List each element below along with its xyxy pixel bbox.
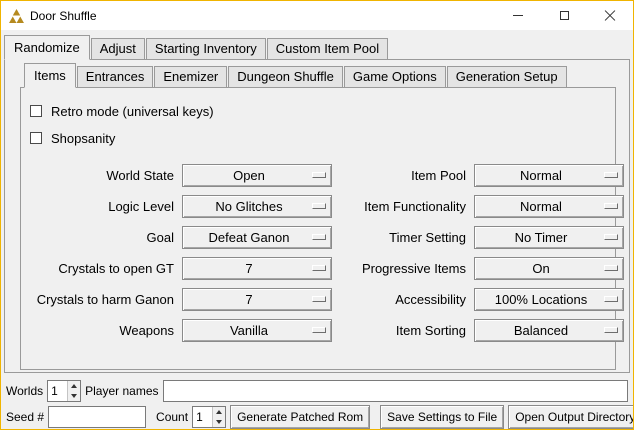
item-pool-dropdown[interactable]: Normal (474, 164, 624, 187)
count-value: 1 (193, 407, 212, 427)
timer-setting-label: Timer Setting (340, 230, 466, 245)
tab-starting-inventory[interactable]: Starting Inventory (146, 38, 266, 60)
app-window: Door Shuffle Randomize Adjust Starting I… (0, 0, 634, 430)
shopsanity-label: Shopsanity (51, 131, 115, 146)
worlds-up-arrow-icon[interactable] (68, 381, 80, 391)
tab-custom-item-pool[interactable]: Custom Item Pool (267, 38, 388, 60)
close-icon (604, 10, 616, 22)
goal-label: Goal (28, 230, 174, 245)
progressive-items-label: Progressive Items (340, 261, 466, 276)
count-down-arrow-icon[interactable] (213, 417, 225, 427)
logic-level-label: Logic Level (28, 199, 174, 214)
shopsanity-checkbox[interactable] (30, 132, 42, 144)
minimize-button[interactable] (495, 1, 541, 30)
accessibility-label: Accessibility (340, 292, 466, 307)
dropdown-indicator-icon (312, 172, 326, 178)
worlds-label: Worlds (6, 384, 43, 398)
items-pane: Retro mode (universal keys) Shopsanity W… (20, 87, 616, 370)
dropdown-indicator-icon (312, 296, 326, 302)
crystals-ganon-dropdown[interactable]: 7 (182, 288, 332, 311)
tab-randomize[interactable]: Randomize (4, 35, 90, 60)
item-functionality-dropdown[interactable]: Normal (474, 195, 624, 218)
crystals-gt-dropdown[interactable]: 7 (182, 257, 332, 280)
maximize-icon (560, 11, 569, 20)
dropdown-indicator-icon (604, 265, 618, 271)
app-icon (8, 8, 24, 24)
accessibility-dropdown[interactable]: 100% Locations (474, 288, 624, 311)
save-settings-button[interactable]: Save Settings to File (380, 405, 504, 429)
item-functionality-label: Item Functionality (340, 199, 466, 214)
seed-label: Seed # (6, 410, 44, 424)
item-sorting-dropdown[interactable]: Balanced (474, 319, 624, 342)
dropdown-indicator-icon (312, 327, 326, 333)
crystals-gt-label: Crystals to open GT (28, 261, 174, 276)
main-tab-bar: Randomize Adjust Starting Inventory Cust… (1, 30, 633, 59)
tab-enemizer[interactable]: Enemizer (154, 66, 227, 88)
world-state-dropdown[interactable]: Open (182, 164, 332, 187)
tab-items[interactable]: Items (24, 63, 76, 88)
count-up-arrow-icon[interactable] (213, 407, 225, 417)
maximize-button[interactable] (541, 1, 587, 30)
dropdown-indicator-icon (604, 327, 618, 333)
progressive-items-dropdown[interactable]: On (474, 257, 624, 280)
dropdown-indicator-icon (312, 234, 326, 240)
count-label: Count (156, 410, 188, 424)
title-bar[interactable]: Door Shuffle (1, 1, 633, 30)
bottom-bar: Worlds 1 Player names Seed # Count 1 (1, 378, 633, 430)
player-names-label: Player names (85, 384, 158, 398)
close-button[interactable] (587, 1, 633, 30)
dropdown-indicator-icon (604, 203, 618, 209)
worlds-value: 1 (48, 381, 67, 401)
dropdown-indicator-icon (604, 234, 618, 240)
item-sorting-label: Item Sorting (340, 323, 466, 338)
tab-generation-setup[interactable]: Generation Setup (447, 66, 567, 88)
open-output-directory-button[interactable]: Open Output Directory (508, 405, 634, 429)
tab-adjust[interactable]: Adjust (91, 38, 145, 60)
retro-mode-row: Retro mode (universal keys) (30, 101, 615, 121)
shopsanity-row: Shopsanity (30, 128, 615, 148)
dropdown-indicator-icon (312, 203, 326, 209)
minimize-icon (513, 15, 523, 16)
seed-input[interactable] (48, 406, 146, 428)
dropdown-indicator-icon (604, 296, 618, 302)
randomize-pane: Items Entrances Enemizer Dungeon Shuffle… (4, 59, 630, 373)
weapons-dropdown[interactable]: Vanilla (182, 319, 332, 342)
window-title: Door Shuffle (30, 9, 97, 23)
crystals-ganon-label: Crystals to harm Ganon (28, 292, 174, 307)
tab-entrances[interactable]: Entrances (77, 66, 154, 88)
goal-dropdown[interactable]: Defeat Ganon (182, 226, 332, 249)
sub-tab-bar: Items Entrances Enemizer Dungeon Shuffle… (20, 60, 629, 87)
logic-level-dropdown[interactable]: No Glitches (182, 195, 332, 218)
count-stepper[interactable]: 1 (192, 406, 226, 428)
tab-dungeon-shuffle[interactable]: Dungeon Shuffle (228, 66, 343, 88)
options-grid: World State Open Item Pool Normal Logic … (28, 164, 615, 342)
tab-game-options[interactable]: Game Options (344, 66, 446, 88)
window-controls (495, 1, 633, 30)
worlds-down-arrow-icon[interactable] (68, 391, 80, 401)
multiworld-row: Worlds 1 Player names (6, 378, 628, 404)
generate-patched-rom-button[interactable]: Generate Patched Rom (230, 405, 370, 429)
retro-mode-checkbox[interactable] (30, 105, 42, 117)
item-pool-label: Item Pool (340, 168, 466, 183)
dropdown-indicator-icon (312, 265, 326, 271)
player-names-input[interactable] (163, 380, 629, 402)
generate-row: Seed # Count 1 Generate Patched Rom Save… (6, 404, 628, 430)
world-state-label: World State (28, 168, 174, 183)
weapons-label: Weapons (28, 323, 174, 338)
retro-mode-label: Retro mode (universal keys) (51, 104, 214, 119)
dropdown-indicator-icon (604, 172, 618, 178)
timer-setting-dropdown[interactable]: No Timer (474, 226, 624, 249)
worlds-stepper[interactable]: 1 (47, 380, 81, 402)
